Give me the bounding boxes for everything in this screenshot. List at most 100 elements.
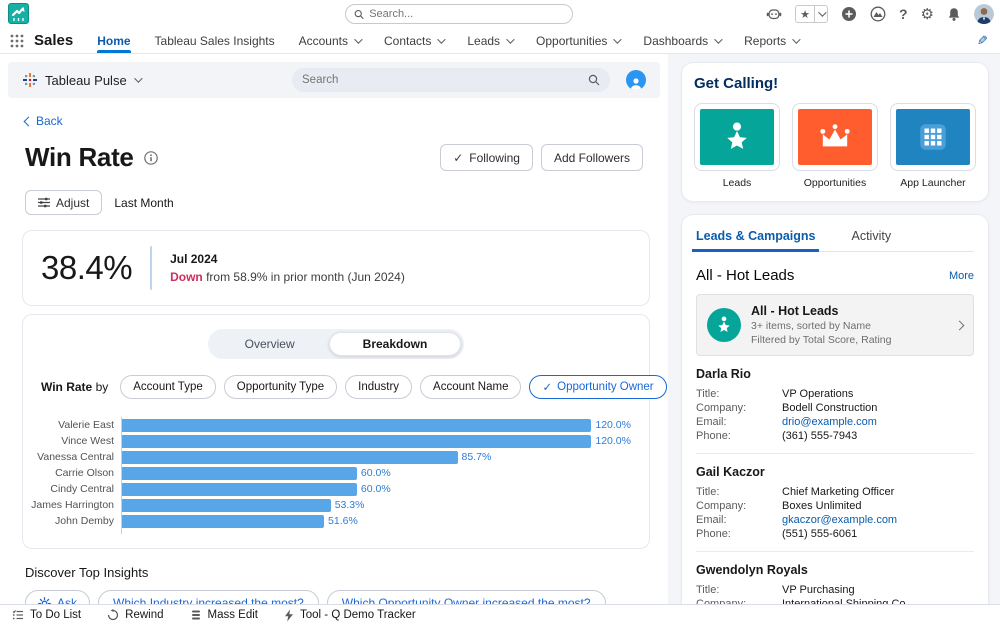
app-logo-icon xyxy=(8,3,29,24)
notification-bell-icon[interactable] xyxy=(947,7,961,22)
nav-tab-dashboards[interactable]: Dashboards xyxy=(643,28,720,53)
panel-tab-leads-campaigns[interactable]: Leads & Campaigns xyxy=(696,229,815,251)
delta-direction: Down xyxy=(170,270,203,284)
bar-chart: Valerie East120.0%Vince West120.0%Vaness… xyxy=(23,417,649,534)
bar-value-label: 60.0% xyxy=(361,483,391,495)
nav-tab-accounts[interactable]: Accounts xyxy=(299,28,360,53)
lead-entry: Darla RioTitle:VP OperationsCompany:Bode… xyxy=(696,356,974,454)
add-followers-button[interactable]: Add Followers xyxy=(541,144,643,171)
breakdown-chip-account-name[interactable]: Account Name xyxy=(420,375,521,399)
utility-item-label: Mass Edit xyxy=(208,609,259,621)
lead-email-link[interactable]: drio@example.com xyxy=(782,415,877,429)
pulse-search-input[interactable] xyxy=(302,74,588,86)
metric-value: 38.4% xyxy=(41,249,132,287)
nav-tab-reports[interactable]: Reports xyxy=(744,28,798,53)
chart-axis-tail xyxy=(23,529,631,534)
utility-item-rewind[interactable]: Rewind xyxy=(107,609,163,621)
field-label: Title: xyxy=(696,485,782,499)
info-icon[interactable] xyxy=(144,151,158,165)
user-avatar[interactable] xyxy=(974,4,994,24)
nav-tab-home[interactable]: Home xyxy=(97,28,130,53)
pulse-main-region: Tableau Pulse Back Win Rate ✓ xyxy=(0,54,668,625)
bar[interactable] xyxy=(122,419,591,432)
breakdown-chip-industry[interactable]: Industry xyxy=(345,375,412,399)
nav-tab-contacts[interactable]: Contacts xyxy=(384,28,443,53)
field-value: Boxes Unlimited xyxy=(782,499,861,513)
rewind-icon xyxy=(107,609,119,621)
tile-label: App Launcher xyxy=(890,177,976,189)
hot-leads-more-link[interactable]: More xyxy=(949,270,974,282)
shortcut-tile-leads[interactable]: Leads xyxy=(694,103,780,189)
bar[interactable] xyxy=(122,467,357,480)
view-toggle: OverviewBreakdown xyxy=(208,329,465,359)
favorites-dropdown-icon[interactable] xyxy=(814,6,827,22)
pulse-search[interactable] xyxy=(292,68,610,92)
breakdown-chip-account-type[interactable]: Account Type xyxy=(120,375,215,399)
chevron-down-icon xyxy=(506,35,514,43)
metric-breakdown-card: OverviewBreakdown Win Rate by Account Ty… xyxy=(22,314,650,549)
search-icon xyxy=(588,74,600,86)
lead-email-link[interactable]: gkaczor@example.com xyxy=(782,513,897,527)
lead-name: Gail Kaczor xyxy=(696,465,974,479)
bar-value-label: 60.0% xyxy=(361,467,391,479)
setup-gear-icon[interactable]: ⚙ xyxy=(921,7,934,22)
utility-item-tool-q-demo-tracker[interactable]: Tool - Q Demo Tracker xyxy=(284,609,416,622)
nav-tab-leads[interactable]: Leads xyxy=(467,28,512,53)
utility-item-mass-edit[interactable]: Mass Edit xyxy=(190,609,259,621)
edit-page-pencil-icon[interactable]: ✎ xyxy=(977,33,988,49)
back-link[interactable]: Back xyxy=(0,98,668,128)
tableau-pulse-logo-icon xyxy=(22,72,38,88)
shortcut-tile-app-launcher[interactable]: App Launcher xyxy=(890,103,976,189)
utility-item-to-do-list[interactable]: To Do List xyxy=(12,609,81,621)
app-launcher-waffle-icon[interactable] xyxy=(10,34,24,48)
view-tab-breakdown[interactable]: Breakdown xyxy=(329,332,462,356)
nav-tab-opportunities[interactable]: Opportunities xyxy=(536,28,619,53)
bar[interactable] xyxy=(122,515,324,528)
view-tab-overview[interactable]: Overview xyxy=(211,332,329,356)
get-calling-card: Get Calling! LeadsOpportunitiesApp Launc… xyxy=(681,62,989,202)
bar[interactable] xyxy=(122,483,357,496)
check-icon: ✓ xyxy=(453,151,463,165)
breakdown-chip-opportunity-type[interactable]: Opportunity Type xyxy=(224,375,337,399)
adjust-button[interactable]: Adjust xyxy=(25,190,102,215)
divider xyxy=(150,246,152,290)
field-label: Company: xyxy=(696,499,782,513)
search-icon xyxy=(354,9,364,20)
nav-tab-tableau-sales-insights[interactable]: Tableau Sales Insights xyxy=(155,28,275,53)
hot-leads-list-card[interactable]: All - Hot Leads 3+ items, sorted by Name… xyxy=(696,294,974,356)
breakdown-chip-opportunity-owner[interactable]: ✓Opportunity Owner xyxy=(529,375,666,399)
bar-track: 85.7% xyxy=(121,449,631,465)
opportunity-crown-icon xyxy=(798,109,872,165)
trailhead-icon[interactable] xyxy=(870,6,886,22)
field-label: Phone: xyxy=(696,527,782,541)
global-search[interactable] xyxy=(345,4,573,24)
bar[interactable] xyxy=(122,499,331,512)
lead-entries: Darla RioTitle:VP OperationsCompany:Bode… xyxy=(696,356,974,618)
help-icon[interactable]: ? xyxy=(899,7,908,21)
shortcut-tile-opportunities[interactable]: Opportunities xyxy=(792,103,878,189)
favorites-star-icon[interactable]: ★ xyxy=(796,8,814,21)
favorites-control[interactable]: ★ xyxy=(795,5,828,23)
bar-value-label: 51.6% xyxy=(328,515,358,527)
field-value: Chief Marketing Officer xyxy=(782,485,894,499)
field-value: VP Operations xyxy=(782,387,853,401)
lead-entry: Gail Kaczor Title:Chief Marketing Officer… xyxy=(696,454,974,552)
pulse-user-avatar[interactable] xyxy=(626,70,646,90)
bar[interactable] xyxy=(122,451,458,464)
following-button[interactable]: ✓ Following xyxy=(440,144,533,171)
check-icon: ✓ xyxy=(542,380,552,394)
lead-name: Gwendolyn Royals xyxy=(696,563,974,577)
bolt-icon xyxy=(284,609,294,622)
assistant-icon[interactable] xyxy=(766,7,782,21)
global-search-input[interactable] xyxy=(369,8,564,20)
app-nav-bar: Sales HomeTableau Sales InsightsAccounts… xyxy=(0,28,1000,54)
bar-track: 53.3% xyxy=(121,497,631,513)
panel-tab-activity[interactable]: Activity xyxy=(851,229,891,251)
bar-track: 120.0% xyxy=(121,417,631,433)
field-value: (551) 555-6061 xyxy=(782,527,857,541)
tableau-pulse-app-menu[interactable]: Tableau Pulse xyxy=(22,72,140,88)
bar[interactable] xyxy=(122,435,591,448)
tableau-pulse-label: Tableau Pulse xyxy=(45,73,127,88)
global-actions-plus-icon[interactable] xyxy=(841,6,857,22)
bar-category-label: Valerie East xyxy=(23,419,121,431)
